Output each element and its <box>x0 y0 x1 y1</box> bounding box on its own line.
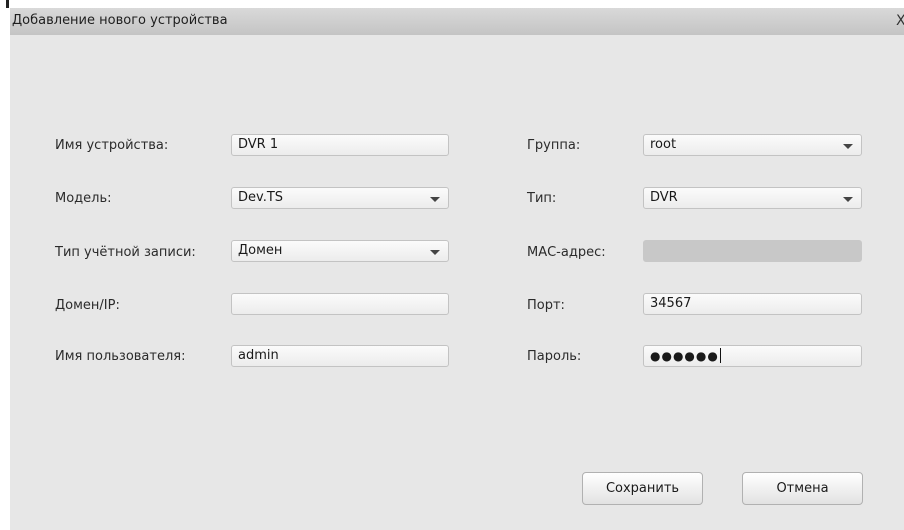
port-value: 34567 <box>650 296 692 311</box>
account-type-label: Тип учётной записи: <box>55 245 196 260</box>
model-label: Модель: <box>55 191 112 206</box>
password-label: Пароль: <box>527 349 582 364</box>
chevron-down-icon <box>430 250 440 255</box>
type-label: Тип: <box>527 191 557 206</box>
username-value: admin <box>238 348 279 363</box>
window-edge-mark <box>6 0 9 8</box>
device-name-label: Имя устройства: <box>55 138 169 153</box>
group-select[interactable]: root <box>643 134 862 156</box>
device-name-value: DVR 1 <box>238 137 279 152</box>
domain-ip-label: Домен/IP: <box>55 298 120 313</box>
port-input[interactable]: 34567 <box>643 293 862 315</box>
device-name-input[interactable]: DVR 1 <box>231 134 449 156</box>
mac-input <box>643 240 862 262</box>
save-button[interactable]: Сохранить <box>582 472 703 505</box>
password-value: ●●●●●● <box>650 349 719 363</box>
add-device-dialog: Добавление нового устройства X Имя устро… <box>10 8 904 530</box>
chevron-down-icon <box>843 144 853 149</box>
account-type-value: Домен <box>238 243 283 258</box>
dialog-title: Добавление нового устройства <box>12 13 228 28</box>
type-select[interactable]: DVR <box>643 187 862 209</box>
port-label: Порт: <box>527 298 565 313</box>
domain-ip-input[interactable] <box>231 293 449 315</box>
model-select[interactable]: Dev.TS <box>231 187 449 209</box>
mac-label: МАС-адрес: <box>527 245 606 260</box>
group-value: root <box>650 137 677 152</box>
chevron-down-icon <box>430 197 440 202</box>
model-value: Dev.TS <box>238 190 284 205</box>
username-label: Имя пользователя: <box>55 349 186 364</box>
cancel-button[interactable]: Отмена <box>742 472 863 505</box>
password-input[interactable]: ●●●●●● <box>643 345 862 367</box>
username-input[interactable]: admin <box>231 345 449 367</box>
close-icon[interactable]: X <box>896 13 904 29</box>
type-value: DVR <box>650 190 678 205</box>
account-type-select[interactable]: Домен <box>231 240 449 262</box>
text-caret <box>719 348 721 363</box>
chevron-down-icon <box>843 197 853 202</box>
group-label: Группа: <box>527 138 581 153</box>
title-bar: Добавление нового устройства X <box>10 8 904 35</box>
